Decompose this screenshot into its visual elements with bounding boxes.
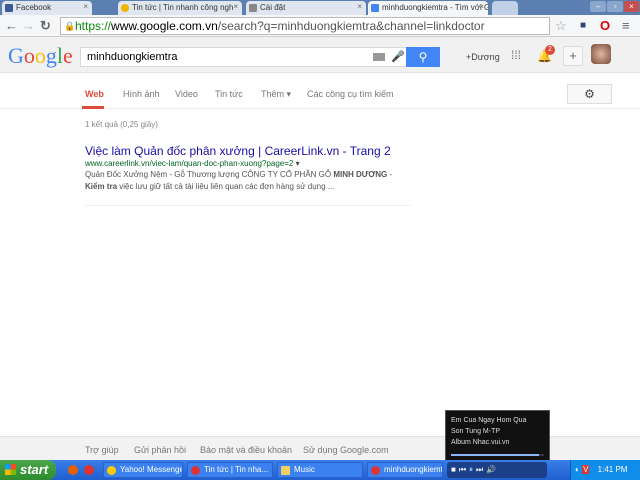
chrome-icon — [191, 466, 200, 475]
stop-icon[interactable]: ■ — [451, 465, 459, 474]
new-tab-button[interactable] — [492, 1, 518, 15]
url-domain: www.google.com.vn — [111, 19, 218, 33]
clock: 1:41 PM — [597, 465, 628, 474]
tab-strip: Facebook × Tin tức | Tin nhanh công ngh × … — [0, 0, 640, 15]
result-url: www.careerlink.vn/viec-lam/quan-doc-phan… — [85, 159, 294, 168]
volume-icon[interactable]: 🔊 — [486, 465, 499, 474]
media-player-controls[interactable]: ■⏮⏸⏭🔊 — [447, 462, 547, 478]
system-tray: ◐ V 1:41 PM — [570, 460, 640, 480]
browser-toolbar: ← → ↻ 🔒 https://www.google.com.vn/search?… — [0, 15, 640, 37]
media-progress-bar[interactable] — [451, 454, 544, 456]
search-result: Việc làm Quản đốc phân xưởng | CareerLin… — [85, 144, 415, 193]
footer-privacy-link[interactable]: Bảo mật và điều khoản — [200, 445, 292, 455]
address-bar[interactable]: 🔒 https://www.google.com.vn/search?q=minh… — [60, 17, 550, 35]
tray-icon[interactable]: ◐ — [575, 465, 580, 474]
chrome-quicklaunch-icon[interactable] — [84, 465, 94, 475]
tab-web[interactable]: Web — [85, 89, 104, 99]
settings-gear-button[interactable]: ⚙ — [567, 84, 612, 104]
caret-down-icon[interactable]: ▾ — [296, 159, 300, 168]
tab-more[interactable]: Thêm ▾ — [261, 89, 291, 100]
url-path: /search?q=minhduongkiemtra&channel=linkd… — [217, 19, 485, 33]
google-icon — [371, 4, 379, 12]
taskbar-chrome-news[interactable]: Tin tức | Tin nha... — [187, 462, 273, 478]
maximize-button[interactable]: ▫ — [607, 1, 623, 12]
yahoo-icon — [107, 466, 116, 475]
tab-news[interactable]: Tin tức | Tin nhanh công ngh × — [118, 1, 242, 15]
google-header: Google minhduongkiemtra 🎤 ⚲ +Dương ⁞⁞⁞ 🔔… — [0, 37, 640, 73]
url-scheme: https:// — [75, 19, 112, 33]
close-tab-icon[interactable]: × — [83, 2, 88, 11]
close-tab-icon[interactable]: × — [479, 2, 484, 11]
tab-news[interactable]: Tin tức — [215, 89, 243, 99]
news-icon — [121, 4, 129, 12]
next-icon[interactable]: ⏭ — [476, 465, 486, 474]
footer-google-com-link[interactable]: Sử dụng Google.com — [303, 445, 389, 455]
tab-label: minhduongkiemtra - Tìm với G — [382, 3, 488, 12]
reload-icon[interactable]: ↻ — [40, 18, 51, 34]
menu-icon[interactable]: ≡ — [622, 18, 630, 33]
active-tab-indicator — [82, 106, 104, 109]
forward-icon[interactable]: → — [22, 18, 35, 33]
taskbar-chrome-search[interactable]: minhduongkiemtr... — [367, 462, 443, 478]
search-button[interactable]: ⚲ — [406, 47, 440, 67]
keyboard-icon[interactable] — [373, 53, 385, 61]
minimize-button[interactable]: – — [590, 1, 606, 12]
opera-icon[interactable]: O — [600, 18, 610, 33]
taskbar-yahoo-messenger[interactable]: Yahoo! Messenger — [103, 462, 183, 478]
profile-link[interactable]: +Dương — [466, 52, 500, 62]
divider — [85, 205, 410, 206]
firefox-icon[interactable] — [68, 465, 78, 475]
microphone-icon[interactable]: 🎤 — [391, 48, 405, 66]
close-tab-icon[interactable]: × — [233, 2, 238, 11]
result-title-link[interactable]: Việc làm Quản đốc phân xưởng | CareerLin… — [85, 144, 415, 158]
search-icon: ⚲ — [418, 50, 428, 64]
tab-facebook[interactable]: Facebook × — [2, 1, 92, 15]
tab-label: Tin tức | Tin nhanh công ngh — [132, 3, 234, 12]
close-tab-icon[interactable]: × — [357, 2, 362, 11]
wrench-icon — [249, 4, 257, 12]
avatar[interactable] — [591, 44, 611, 64]
extension-icon[interactable]: ■ — [580, 20, 586, 31]
taskbar-music-folder[interactable]: Music — [277, 462, 363, 478]
folder-icon — [281, 466, 290, 475]
song-album: Album Nhac.vui.vn — [451, 439, 510, 446]
song-artist: Son Tung M-TP — [451, 428, 501, 435]
tray-v-icon[interactable]: V — [582, 465, 590, 474]
tab-label: Facebook — [16, 3, 52, 12]
tab-images[interactable]: Hình ảnh — [123, 89, 160, 99]
start-button[interactable]: start — [0, 460, 56, 480]
song-title: Em Cua Ngay Hom Qua — [451, 417, 527, 424]
tab-search-tools[interactable]: Các công cụ tìm kiếm — [307, 89, 394, 99]
footer-help-link[interactable]: Trợ giúp — [85, 445, 119, 455]
taskbar: start Yahoo! Messenger Tin tức | Tin nha… — [0, 460, 640, 480]
previous-icon[interactable]: ⏮ — [459, 465, 469, 474]
notification-badge: 2 — [545, 45, 555, 55]
result-snippet: Quản Đốc Xưởng Nệm - Gỗ Thương lượng CÔN… — [85, 170, 393, 191]
footer-feedback-link[interactable]: Gửi phản hồi — [134, 445, 186, 455]
media-player-popup: Em Cua Ngay Hom Qua Son Tung M-TP Album … — [445, 410, 550, 462]
back-icon[interactable]: ← — [5, 18, 18, 33]
windows-logo-icon — [5, 464, 16, 475]
tab-label: Cài đặt — [260, 3, 286, 12]
result-stats: 1 kết quả (0,25 giây) — [85, 120, 158, 129]
tab-settings[interactable]: Cài đặt × — [246, 1, 366, 15]
search-input[interactable]: minhduongkiemtra 🎤 — [80, 47, 407, 67]
close-window-button[interactable]: × — [624, 1, 639, 12]
chrome-icon — [371, 466, 380, 475]
search-nav: Web Hình ảnh Video Tin tức Thêm ▾ Các cô… — [0, 73, 640, 109]
facebook-icon — [5, 4, 13, 12]
search-query: minhduongkiemtra — [87, 51, 178, 63]
bookmark-star-icon[interactable]: ☆ — [555, 18, 567, 34]
apps-grid-icon[interactable]: ⁞⁞⁞ — [511, 48, 521, 62]
tab-video[interactable]: Video — [175, 89, 198, 99]
media-progress-fill — [451, 454, 540, 456]
search-results: 1 kết quả (0,25 giây) Việc làm Quản đốc … — [85, 120, 415, 206]
tab-google-search[interactable]: minhduongkiemtra - Tìm với G × — [368, 1, 488, 15]
lock-icon: 🔒 — [64, 21, 76, 31]
google-logo[interactable]: Google — [8, 43, 73, 69]
share-plus-button[interactable]: + — [563, 46, 583, 66]
pause-icon[interactable]: ⏸ — [469, 465, 476, 474]
